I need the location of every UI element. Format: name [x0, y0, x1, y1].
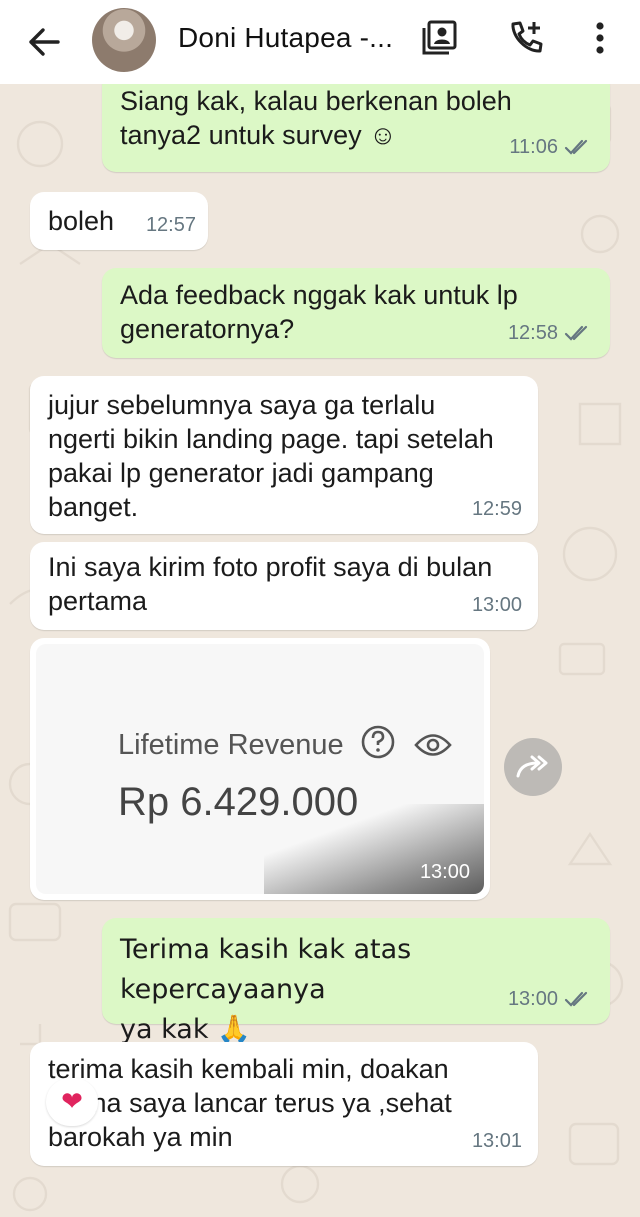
contact-name[interactable]: Doni Hutapea -...	[178, 22, 393, 54]
message-bubble-outgoing[interactable]: Siang kak, kalau berkenan boleh tanya2 u…	[102, 84, 610, 172]
more-vert-icon[interactable]	[580, 18, 620, 58]
forward-icon[interactable]	[504, 738, 562, 796]
message-text: jujur sebelumnya saya ga terlalu ngerti …	[48, 390, 494, 522]
message-time: 12:58	[507, 322, 558, 344]
message-time: 13:00	[471, 594, 522, 616]
chat-area[interactable]: Siang kak, kalau berkenan boleh tanya2 u…	[0, 84, 640, 1217]
message-meta: 13:01	[472, 1124, 522, 1158]
image-message[interactable]: Lifetime Revenue Rp 6.429.000 13:00	[30, 638, 490, 900]
message-bubble-incoming[interactable]: jujur sebelumnya saya ga terlalu ngerti …	[30, 376, 538, 534]
help-circle-icon	[361, 725, 395, 759]
message-time: 11:06	[509, 136, 558, 158]
message-meta: 12:58	[508, 316, 594, 350]
message-time: 12:59	[471, 498, 522, 520]
image-revenue-label-text: Lifetime Revenue	[118, 729, 344, 761]
message-bubble-incoming[interactable]: boleh 12:57	[30, 192, 208, 250]
message-time: 13:01	[471, 1130, 522, 1152]
message-time: 13:00	[507, 988, 558, 1010]
chat-header: Doni Hutapea -...	[0, 0, 640, 84]
image-revenue-label: Lifetime Revenue	[118, 724, 452, 762]
message-bubble-outgoing[interactable]: Ada feedback nggak kak untuk lp generato…	[102, 268, 610, 358]
double-check-icon	[564, 991, 588, 1007]
eye-icon	[414, 734, 452, 756]
double-check-icon	[564, 325, 588, 341]
double-check-icon	[564, 139, 588, 155]
back-arrow-icon[interactable]	[22, 20, 66, 64]
contact-card-icon[interactable]	[420, 18, 460, 58]
message-text: terima kasih kembali min, doakan usaha s…	[48, 1054, 452, 1152]
reaction-emoji: ❤	[61, 1087, 83, 1117]
avatar[interactable]	[92, 8, 156, 72]
message-meta: 13:00	[508, 982, 594, 1016]
message-meta: 13:00	[472, 588, 522, 622]
message-meta: 12:57	[146, 208, 196, 242]
add-call-icon[interactable]	[506, 18, 546, 58]
message-meta: 12:59	[472, 492, 522, 526]
message-text: Ini saya kirim foto profit saya di bulan…	[48, 552, 493, 616]
message-time: 12:57	[145, 214, 196, 236]
message-time: 13:00	[419, 861, 470, 883]
heart-reaction-icon[interactable]: ❤	[46, 1078, 98, 1126]
image-preview[interactable]: Lifetime Revenue Rp 6.429.000 13:00	[36, 644, 484, 894]
message-bubble-outgoing[interactable]: Terima kasih kak atas kepercayaanya ya k…	[102, 918, 610, 1045]
message-bubble-incoming[interactable]: Ini saya kirim foto profit saya di bulan…	[30, 542, 538, 630]
message-bubble-incoming[interactable]: terima kasih kembali min, doakan usaha s…	[30, 1042, 538, 1166]
message-meta: 11:06	[509, 130, 594, 164]
